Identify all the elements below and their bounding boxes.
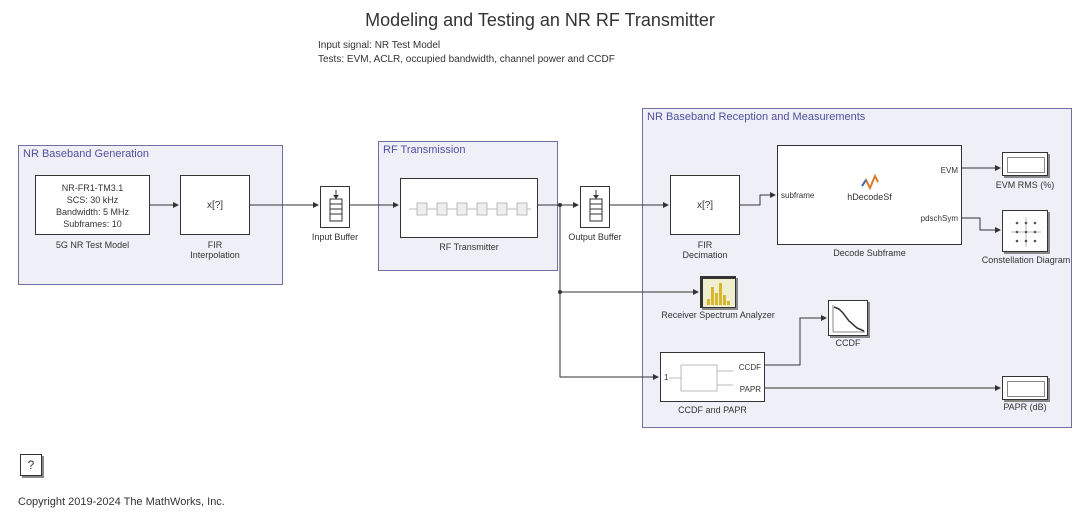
block-input-buffer[interactable] bbox=[320, 186, 350, 228]
spectrum-icon bbox=[701, 277, 737, 309]
block-output-buffer[interactable] bbox=[580, 186, 610, 228]
block-evm-display[interactable] bbox=[1002, 152, 1048, 176]
port-subframe: subframe bbox=[781, 191, 814, 200]
region-label-reception: NR Baseband Reception and Measurements bbox=[647, 111, 865, 123]
block-nr-test-model[interactable]: NR-FR1-TM3.1 SCS: 30 kHz Bandwidth: 5 MH… bbox=[35, 175, 150, 235]
label-evm-display: EVM RMS (%) bbox=[986, 180, 1064, 190]
block-fir-decimation[interactable]: x[?] bbox=[670, 175, 740, 235]
label-ccdf-papr: CCDF and PAPR bbox=[660, 405, 765, 415]
subsystem-mini-icon bbox=[661, 353, 766, 403]
label-output-buffer: Output Buffer bbox=[562, 232, 628, 242]
ccdf-icon bbox=[829, 301, 869, 337]
block-spectrum-analyzer[interactable] bbox=[700, 276, 736, 308]
label-nr-test-model: 5G NR Test Model bbox=[35, 240, 150, 250]
test-model-line1: NR-FR1-TM3.1 bbox=[38, 182, 147, 194]
test-model-line3: Bandwidth: 5 MHz bbox=[38, 206, 147, 218]
constellation-icon bbox=[1003, 211, 1049, 253]
label-rf-transmitter: RF Transmitter bbox=[400, 242, 538, 252]
test-model-line2: SCS: 30 kHz bbox=[38, 194, 147, 206]
page-title: Modeling and Testing an NR RF Transmitte… bbox=[0, 10, 1080, 31]
label-fir-interpolation: FIR Interpolation bbox=[180, 240, 250, 260]
label-fir-decimation: FIR Decimation bbox=[670, 240, 740, 260]
copyright-text: Copyright 2019-2024 The MathWorks, Inc. bbox=[18, 496, 225, 508]
subtitle-line-2: Tests: EVM, ACLR, occupied bandwidth, ch… bbox=[318, 54, 615, 65]
block-ccdf-papr[interactable]: 1 CCDF PAPR bbox=[660, 352, 765, 402]
label-papr-display: PAPR (dB) bbox=[994, 402, 1056, 412]
fir-dec-text: x[?] bbox=[697, 200, 713, 211]
port-pdschsym: pdschSym bbox=[921, 214, 958, 223]
buffer-icon bbox=[581, 187, 611, 229]
subtitle-line-1: Input signal: NR Test Model bbox=[318, 40, 440, 51]
label-constellation-diagram: Constellation Diagram bbox=[972, 255, 1080, 265]
region-label-generation: NR Baseband Generation bbox=[23, 148, 149, 160]
buffer-icon bbox=[321, 187, 351, 229]
label-ccdf-display: CCDF bbox=[818, 338, 878, 348]
block-ccdf-display[interactable] bbox=[828, 300, 868, 336]
fir-interp-text: x[?] bbox=[207, 200, 223, 211]
label-input-buffer: Input Buffer bbox=[302, 232, 368, 242]
block-decode-subframe[interactable]: hDecodeSf subframe EVM pdschSym bbox=[777, 145, 962, 245]
rf-chain-icon bbox=[403, 181, 537, 237]
block-papr-display[interactable] bbox=[1002, 376, 1048, 400]
region-label-rf: RF Transmission bbox=[383, 144, 466, 156]
test-model-line4: Subframes: 10 bbox=[38, 218, 147, 230]
help-button[interactable]: ? bbox=[20, 454, 42, 476]
label-spectrum-analyzer: Receiver Spectrum Analyzer bbox=[648, 310, 788, 320]
label-decode-subframe: Decode Subframe bbox=[777, 248, 962, 258]
block-rf-transmitter[interactable] bbox=[400, 178, 538, 238]
port-evm: EVM bbox=[941, 166, 958, 175]
block-fir-interpolation[interactable]: x[?] bbox=[180, 175, 250, 235]
block-constellation-diagram[interactable] bbox=[1002, 210, 1048, 252]
matlab-func-icon bbox=[860, 174, 880, 190]
